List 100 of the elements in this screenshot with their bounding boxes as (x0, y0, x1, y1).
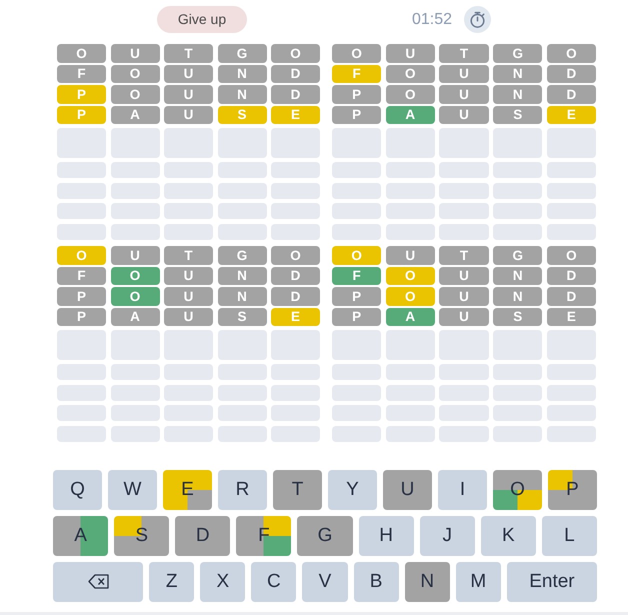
keyboard-key[interactable]: B (354, 562, 399, 602)
letter-tile: U (439, 287, 489, 306)
empty-tile (164, 128, 213, 158)
letter-tile: D (546, 266, 596, 285)
empty-tile (271, 128, 320, 158)
empty-tile (386, 330, 435, 360)
letter-tile: P (57, 287, 106, 306)
empty-tile (164, 384, 213, 400)
keyboard-key[interactable]: D (175, 516, 230, 556)
letter-tile: U (164, 287, 213, 306)
letter-tile: U (439, 266, 489, 285)
keyboard-key[interactable]: Y (328, 470, 377, 510)
letter-tile: U (164, 308, 213, 326)
empty-tile (332, 203, 382, 219)
keyboard-key[interactable]: E (163, 470, 212, 510)
timer-text: 01:52 (412, 10, 452, 28)
letter-tile: O (332, 44, 382, 62)
empty-tile (332, 364, 382, 380)
empty-tile (110, 203, 160, 219)
letter-tile: O (386, 266, 435, 285)
empty-tile (164, 224, 213, 240)
empty-tile (218, 203, 266, 219)
keyboard-key[interactable]: X (200, 562, 246, 602)
empty-tile (271, 162, 320, 178)
letter-tile: P (57, 106, 106, 124)
letter-tile: U (110, 246, 160, 264)
keyboard-key[interactable]: W (108, 470, 157, 510)
empty-tile (271, 330, 320, 360)
keyboard-key[interactable]: G (297, 516, 353, 556)
letter-tile: F (57, 64, 106, 83)
keyboard-key[interactable]: H (358, 516, 414, 556)
empty-tile (493, 128, 542, 158)
letter-tile: E (271, 106, 320, 124)
keyboard-key[interactable]: U (383, 470, 432, 510)
letter-tile: O (110, 266, 160, 285)
empty-tile (271, 203, 320, 219)
letter-tile: N (493, 85, 542, 104)
empty-tile (386, 384, 435, 400)
empty-tile (271, 405, 320, 421)
letter-tile: O (546, 246, 596, 264)
letter-tile: E (546, 106, 596, 124)
letter-tile: G (218, 44, 266, 62)
keyboard-key[interactable]: V (302, 562, 348, 602)
empty-tile (218, 224, 266, 240)
empty-tile (57, 128, 106, 158)
keyboard-key[interactable]: I (438, 470, 487, 510)
keyboard-key[interactable]: L (542, 516, 597, 556)
keyboard-key[interactable]: J (420, 516, 475, 556)
empty-tile (57, 364, 106, 380)
empty-tile (164, 162, 213, 178)
letter-tile: U (386, 246, 435, 264)
keyboard-key[interactable]: P (548, 470, 597, 510)
empty-tile (164, 426, 213, 442)
empty-tile (493, 182, 542, 198)
keyboard-key[interactable]: Z (149, 562, 194, 602)
letter-tile: O (386, 85, 435, 104)
empty-tile (493, 203, 542, 219)
letter-tile: N (218, 266, 266, 285)
letter-tile: T (439, 44, 489, 62)
keyboard-key[interactable]: K (480, 516, 536, 556)
letter-tile: T (164, 246, 213, 264)
empty-tile (439, 162, 489, 178)
letter-tile: U (164, 85, 213, 104)
letter-tile: E (271, 308, 320, 326)
letter-tile: D (271, 85, 320, 104)
letter-tile: D (546, 64, 596, 83)
empty-tile (110, 224, 160, 240)
empty-tile (546, 203, 596, 219)
empty-tile (386, 128, 435, 158)
letter-tile: U (110, 44, 160, 62)
empty-tile (57, 162, 106, 178)
keyboard-key[interactable]: R (218, 470, 267, 510)
empty-tile (110, 405, 160, 421)
letter-tile: T (164, 44, 213, 62)
backspace-key[interactable] (53, 562, 144, 602)
keyboard-key[interactable]: F (236, 516, 292, 556)
enter-key[interactable]: Enter (506, 562, 598, 602)
letter-tile: O (110, 85, 160, 104)
empty-tile (110, 364, 160, 380)
give-up-button[interactable]: Give up (157, 6, 247, 33)
empty-tile (546, 364, 596, 380)
empty-tile (110, 128, 160, 158)
letter-tile: U (164, 106, 213, 124)
letter-tile: O (386, 287, 435, 306)
keyboard-key[interactable]: N (404, 562, 450, 602)
letter-tile: D (271, 287, 320, 306)
empty-tile (439, 364, 489, 380)
letter-tile: O (271, 44, 320, 62)
keyboard-key[interactable]: T (273, 470, 322, 510)
empty-tile (271, 426, 320, 442)
empty-tile (493, 364, 542, 380)
letter-tile: P (332, 85, 382, 104)
keyboard-key[interactable]: C (251, 562, 296, 602)
keyboard-key[interactable]: A (53, 516, 108, 556)
keyboard-key[interactable]: M (456, 562, 501, 602)
keyboard-key[interactable]: S (114, 516, 170, 556)
letter-tile: S (218, 308, 266, 326)
empty-tile (57, 426, 106, 442)
letter-tile: E (546, 308, 596, 326)
keyboard-key[interactable]: Q (53, 470, 102, 510)
